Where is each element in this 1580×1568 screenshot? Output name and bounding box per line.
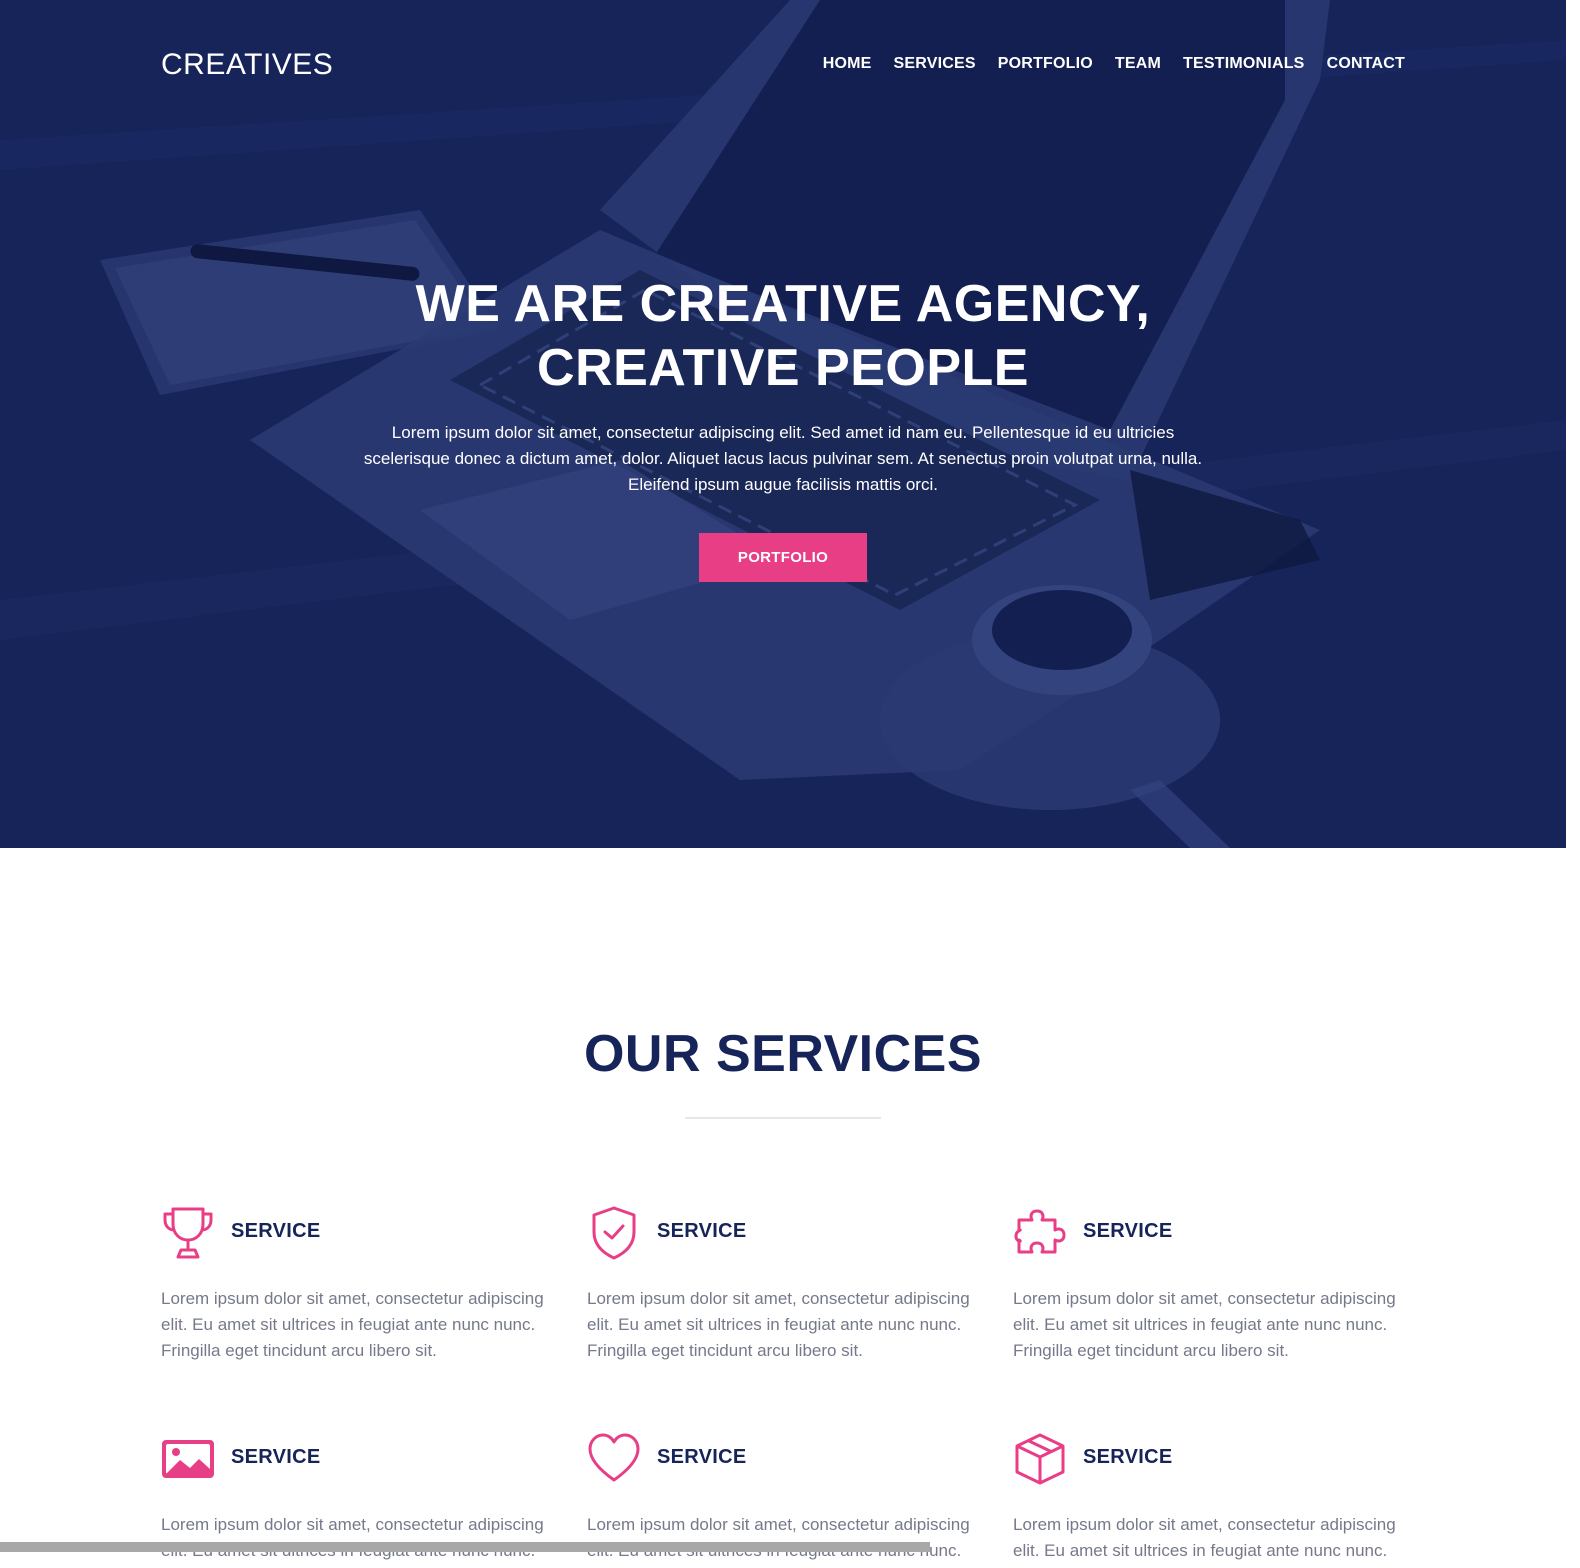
- nav-team[interactable]: TEAM: [1115, 55, 1161, 72]
- brand-logo[interactable]: CREATIVES: [161, 48, 333, 82]
- heart-icon: [587, 1432, 641, 1486]
- nav-contact[interactable]: CONTACT: [1327, 55, 1405, 72]
- service-description: Lorem ipsum dolor sit amet, consectetur …: [161, 1515, 544, 1560]
- services-title: OUR SERVICES: [583, 1025, 983, 1083]
- image-icon: [161, 1432, 215, 1486]
- service-title: SERVICE: [231, 1220, 321, 1242]
- nav-menu: HOME SERVICES PORTFOLIO TEAM TESTIMONIAL…: [823, 55, 1405, 73]
- trophy-icon: [161, 1206, 215, 1260]
- service-description: Lorem ipsum dolor sit amet, consectetur …: [1013, 1515, 1396, 1560]
- box-icon: [1013, 1432, 1067, 1486]
- portfolio-button[interactable]: PORTFOLIO: [699, 533, 867, 582]
- service-title: SERVICE: [1083, 1220, 1173, 1242]
- navbar: CREATIVES HOME SERVICES PORTFOLIO TEAM T…: [161, 44, 1405, 88]
- service-description: Lorem ipsum dolor sit amet, consectetur …: [1013, 1289, 1396, 1360]
- hero-title-line1: WE ARE CREATIVE AGENCY,: [415, 275, 1151, 333]
- service-description: Lorem ipsum dolor sit amet, consectetur …: [587, 1515, 970, 1560]
- hero-title: WE ARE CREATIVE AGENCY, CREATIVE PEOPLE: [283, 272, 1283, 400]
- puzzle-icon: [1013, 1206, 1067, 1260]
- nav-testimonials[interactable]: TESTIMONIALS: [1183, 55, 1305, 72]
- nav-services[interactable]: SERVICES: [894, 55, 976, 72]
- service-title: SERVICE: [1083, 1446, 1173, 1468]
- service-title: SERVICE: [657, 1446, 747, 1468]
- hero-section: CREATIVES HOME SERVICES PORTFOLIO TEAM T…: [0, 0, 1566, 848]
- title-divider: [685, 1117, 881, 1119]
- hero-title-line2: CREATIVE PEOPLE: [537, 339, 1029, 397]
- hero-description: Lorem ipsum dolor sit amet, consectetur …: [363, 423, 1203, 494]
- service-description: Lorem ipsum dolor sit amet, consectetur …: [587, 1289, 970, 1360]
- hero-content: WE ARE CREATIVE AGENCY, CREATIVE PEOPLE …: [283, 272, 1283, 582]
- service-description: Lorem ipsum dolor sit amet, consectetur …: [161, 1289, 544, 1360]
- service-title: SERVICE: [657, 1220, 747, 1242]
- horizontal-scrollbar[interactable]: [0, 1542, 930, 1552]
- nav-home[interactable]: HOME: [823, 55, 872, 72]
- service-title: SERVICE: [231, 1446, 321, 1468]
- nav-portfolio[interactable]: PORTFOLIO: [998, 55, 1093, 72]
- shield-check-icon: [587, 1206, 641, 1260]
